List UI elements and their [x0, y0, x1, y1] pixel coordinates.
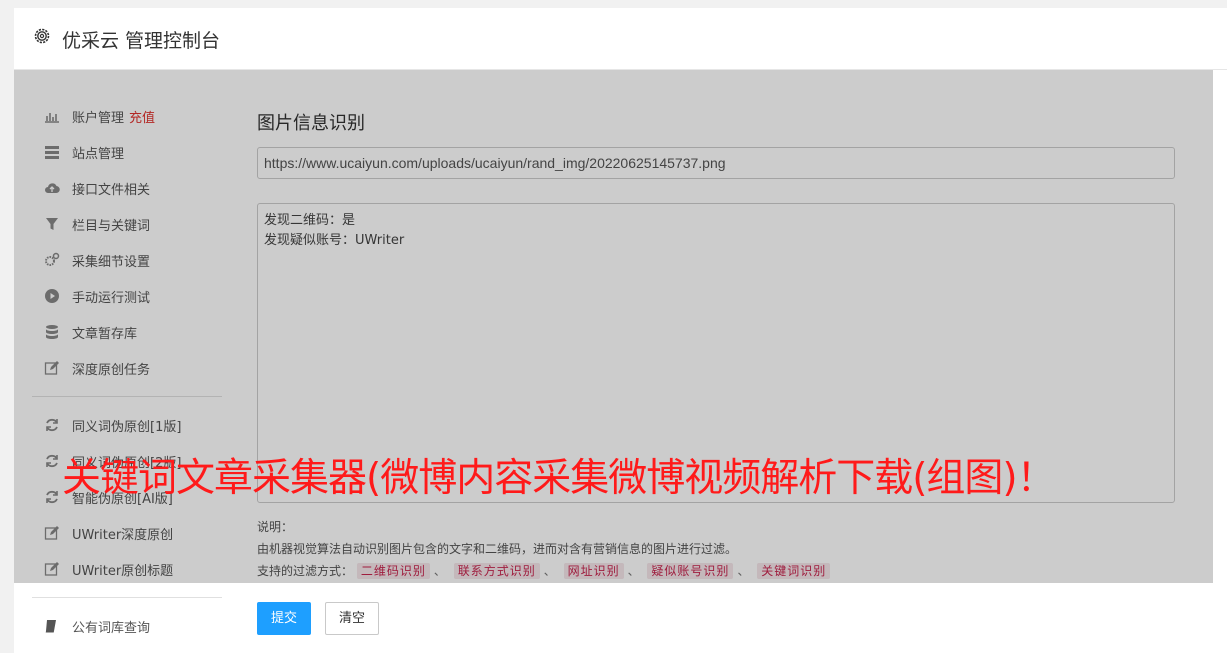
result-line: 发现二维码：是 — [264, 213, 356, 228]
filter-methods: 支持的过滤方式： 二维码识别、 联系方式识别、 网址识别、 疑似账号识别、 关键… — [257, 560, 831, 582]
overlay-banner-text: 关键词文章采集器(微博内容采集微博视频解析下载(组图)！ — [62, 456, 1056, 501]
database-icon — [46, 325, 58, 339]
sidebar-divider — [32, 396, 222, 397]
image-url-input[interactable] — [257, 147, 1175, 179]
submit-button[interactable]: 提交 — [257, 602, 311, 635]
sidebar-item-label: 文章暂存库 — [72, 326, 138, 342]
page-title: 图片信息识别 — [257, 113, 365, 134]
sidebar-item-manual-run[interactable]: 手动运行测试 — [44, 284, 150, 308]
filter-separator: 、 — [433, 564, 446, 578]
book-icon — [45, 620, 56, 633]
sidebar-item-sites[interactable]: 站点管理 — [44, 140, 124, 164]
filter-separator: 、 — [543, 564, 556, 578]
sidebar-item-label: 手动运行测试 — [72, 290, 151, 306]
sidebar-item-label: 栏目与关键词 — [72, 218, 151, 234]
recharge-link[interactable]: 充值 — [129, 107, 155, 126]
sidebar-item-label: 采集细节设置 — [72, 254, 151, 270]
notes-title: 说明： — [257, 520, 294, 534]
header: 优采云 管理控制台 — [14, 8, 1227, 70]
bar-chart-icon — [45, 113, 59, 123]
notes-description: 由机器视觉算法自动识别图片包含的文字和二维码，进而对含有营销信息的图片进行过滤。 — [257, 542, 738, 556]
gear-icon — [34, 28, 50, 44]
sidebar-item-uwriter-deep[interactable]: UWriter深度原创 — [44, 521, 173, 545]
filter-methods-label: 支持的过滤方式： — [257, 564, 354, 578]
sidebar: 账户管理 充值 站点管理 接口文件相关 栏目与关键词 采集细节设置 手动运行测试… — [14, 70, 234, 653]
refresh-icon — [46, 490, 58, 504]
filter-separator: 、 — [627, 564, 640, 578]
sidebar-item-columns[interactable]: 栏目与关键词 — [44, 212, 150, 236]
sidebar-item-uwriter-title[interactable]: UWriter原创标题 — [44, 557, 173, 581]
page-header-title: 优采云 管理控制台 — [62, 30, 221, 52]
sidebar-item-label: 公有词库查询 — [72, 620, 151, 636]
sidebar-divider — [32, 597, 222, 598]
filter-tag-url: 网址识别 — [563, 563, 624, 579]
sidebar-item-label: UWriter深度原创 — [72, 527, 174, 543]
sidebar-item-article-store[interactable]: 文章暂存库 — [44, 320, 137, 344]
filter-tag-account: 疑似账号识别 — [647, 563, 734, 579]
edit-icon — [44, 526, 59, 540]
refresh-icon — [46, 418, 58, 432]
sidebar-item-label: 站点管理 — [72, 146, 125, 162]
sidebar-item-collect-settings[interactable]: 采集细节设置 — [44, 248, 150, 272]
sidebar-item-public-lexicon[interactable]: 公有词库查询 — [44, 614, 150, 638]
refresh-icon — [46, 454, 58, 468]
sidebar-item-label: 接口文件相关 — [72, 182, 151, 198]
edit-icon — [44, 361, 59, 375]
sidebar-item-label: 同义词伪原创[1版] — [72, 419, 182, 435]
sidebar-item-synonym-v1[interactable]: 同义词伪原创[1版] — [44, 413, 181, 437]
main-panel: 账户管理 充值 站点管理 接口文件相关 栏目与关键词 采集细节设置 手动运行测试… — [14, 70, 1227, 653]
play-circle-icon — [45, 289, 59, 303]
filter-tag-contact: 联系方式识别 — [453, 563, 540, 579]
cogs-icon — [45, 252, 60, 266]
filter-tag-keyword: 关键词识别 — [757, 563, 831, 579]
filter-icon — [46, 218, 58, 230]
sidebar-item-account[interactable]: 账户管理 充值 — [44, 104, 155, 128]
sidebar-item-interface[interactable]: 接口文件相关 — [44, 176, 150, 200]
notes: 说明： 由机器视觉算法自动识别图片包含的文字和二维码，进而对含有营销信息的图片进… — [257, 516, 831, 582]
sidebar-item-label: UWriter原创标题 — [72, 563, 174, 579]
edit-icon — [44, 562, 59, 576]
sidebar-item-deep-original[interactable]: 深度原创任务 — [44, 356, 150, 380]
filter-separator: 、 — [737, 564, 750, 578]
cloud-upload-icon — [45, 183, 60, 194]
server-icon — [45, 146, 59, 159]
clear-button[interactable]: 清空 — [325, 602, 379, 635]
filter-tag-qrcode: 二维码识别 — [356, 563, 430, 579]
result-line: 发现疑似账号：UWriter — [264, 233, 405, 248]
sidebar-item-label: 深度原创任务 — [72, 362, 151, 378]
sidebar-item-label: 账户管理 — [72, 110, 125, 126]
